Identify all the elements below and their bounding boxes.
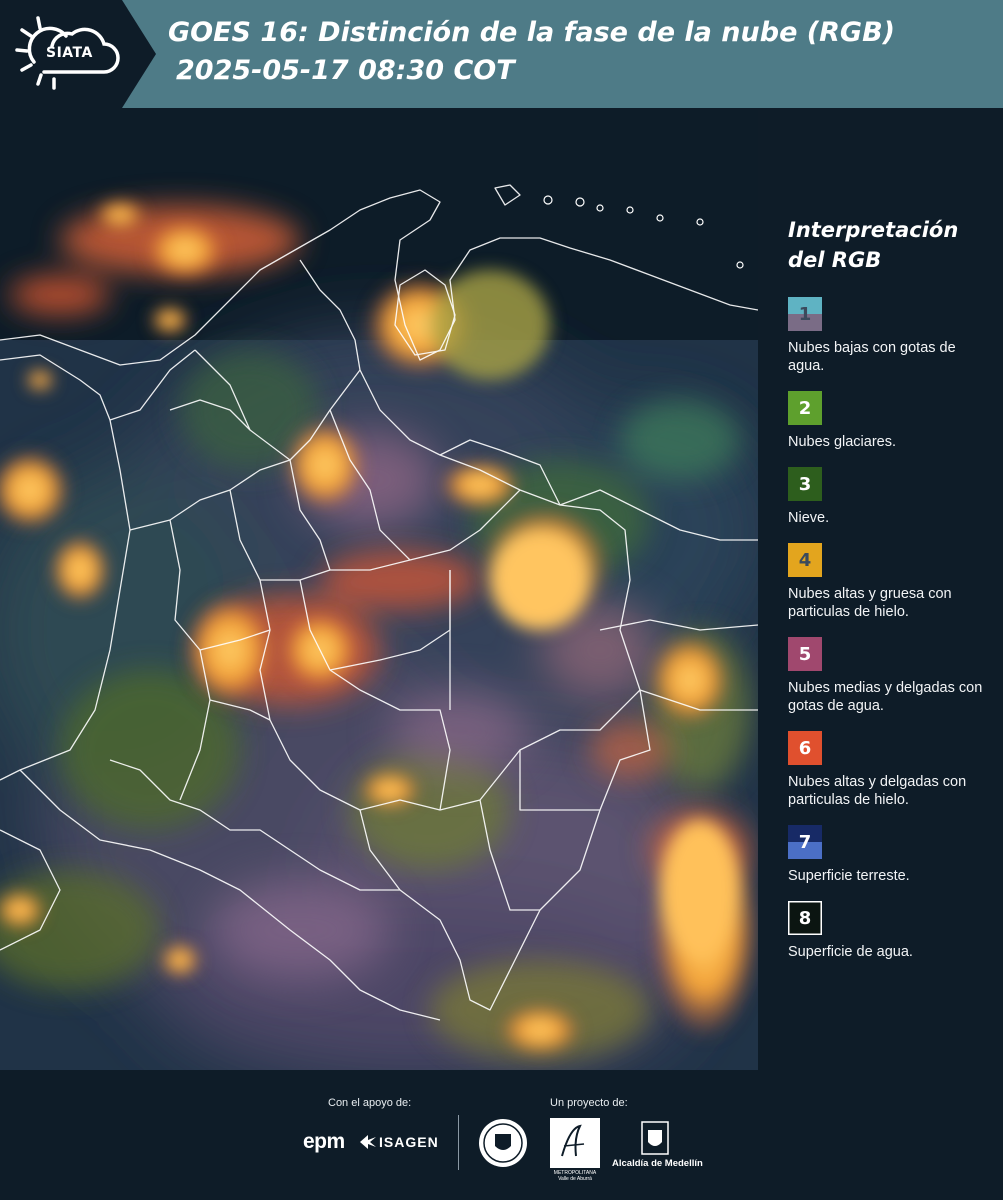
legend-item: 8 Superficie de agua. (788, 901, 993, 961)
footer-divider (458, 1115, 459, 1170)
area-metropolitana-logo (550, 1118, 600, 1168)
legend-number: 2 (798, 397, 812, 419)
legend-swatch: 3 (788, 467, 822, 501)
antioquia-seal-icon (479, 1119, 527, 1167)
legend-number: 7 (798, 831, 812, 853)
legend-label: Superficie de agua. (788, 944, 913, 960)
legend-label: Superficie terreste. (788, 868, 910, 884)
title-line-1: GOES 16: Distinción de la fase de la nub… (168, 17, 895, 48)
header-bar: SIATA GOES 16: Distinción de la fase de … (0, 0, 1003, 108)
legend-swatch: 4 (788, 543, 822, 577)
legend-number: 3 (798, 473, 812, 495)
page-title: GOES 16: Distinción de la fase de la nub… (168, 14, 895, 90)
area-metropolitana-text: METROPOLITANA Valle de Aburrá (550, 1170, 600, 1182)
legend-item: 6 Nubes altas y delgadas con particulas … (788, 731, 993, 809)
legend-swatch: 2 (788, 391, 822, 425)
legend-number: 4 (798, 549, 812, 571)
legend-item: 4 Nubes altas y gruesa con particulas de… (788, 543, 993, 621)
legend-label: Nubes medias y delgadas con gotas de agu… (788, 680, 983, 714)
legend-label: Nubes altas y delgadas con particulas de… (788, 774, 967, 808)
legend-label: Nieve. (788, 510, 830, 526)
legend-swatch: 6 (788, 731, 822, 765)
footer-sponsors: Con el apoyo de: Un proyecto de: epm ISA… (0, 1070, 1003, 1200)
legend-item: 3 Nieve. (788, 467, 993, 527)
legend-item: 5 Nubes medias y delgadas con gotas de a… (788, 637, 993, 715)
legend-item: 7 Superficie terreste. (788, 825, 993, 885)
alcaldia-label: Alcaldía de Medellín (612, 1158, 703, 1169)
legend-number: 6 (798, 737, 812, 759)
legend-number: 1 (798, 303, 812, 325)
siata-logo: SIATA (0, 0, 156, 108)
support-label: Con el apoyo de: (328, 1097, 412, 1109)
legend-swatch: 5 (788, 637, 822, 671)
isagen-logo: ISAGEN (360, 1134, 439, 1150)
legend-label: Nubes altas y gruesa con particulas de h… (788, 586, 952, 620)
area-metropolitana-icon (561, 1124, 585, 1157)
alcaldia-shield-icon (641, 1121, 669, 1155)
legend-number: 8 (798, 907, 812, 929)
legend-item: 2 Nubes glaciares. (788, 391, 993, 451)
area-line-2: Valle de Aburrá (558, 1176, 592, 1182)
legend-swatch: 8 (788, 901, 822, 935)
legend-title: Interpretación del RGB (788, 218, 959, 272)
isagen-icon (360, 1135, 376, 1149)
legend-list: 1 Nubes bajas con gotas de agua. 2 Nubes… (788, 297, 993, 961)
logo-label: SIATA (46, 45, 93, 61)
isagen-label: ISAGEN (379, 1134, 439, 1150)
legend-item: 1 Nubes bajas con gotas de agua. (788, 297, 993, 375)
legend-label: Nubes glaciares. (788, 434, 896, 450)
rgb-imagery (0, 110, 758, 1070)
satellite-map (0, 110, 758, 1070)
rgb-legend: Interpretación del RGB 1 Nubes bajas con… (788, 215, 993, 977)
legend-label: Nubes bajas con gotas de agua. (788, 340, 956, 374)
title-line-2: 2025-05-17 08:30 COT (176, 55, 515, 86)
project-label: Un proyecto de: (550, 1097, 628, 1109)
legend-swatch: 7 (788, 825, 822, 859)
legend-number: 5 (798, 643, 812, 665)
legend-swatch: 1 (788, 297, 822, 331)
epm-logo: epm (303, 1130, 345, 1153)
